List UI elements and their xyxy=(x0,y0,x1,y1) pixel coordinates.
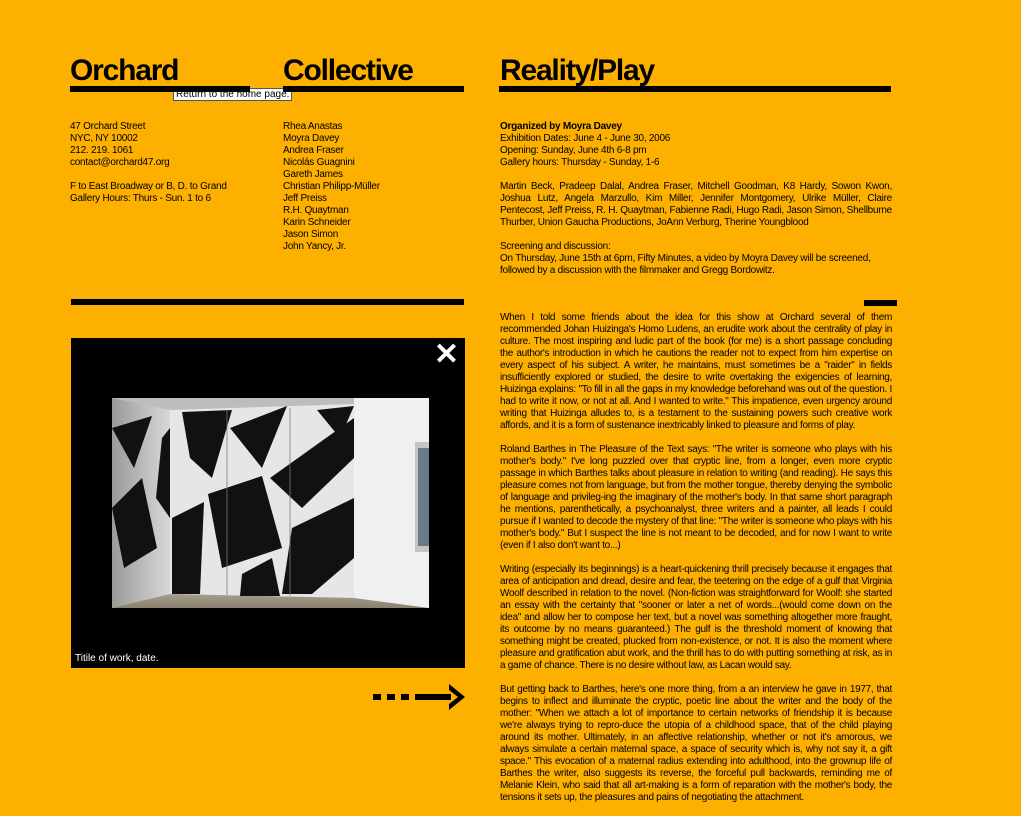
screening-heading: Screening and discussion: xyxy=(500,241,611,252)
exhibition-dates: Exhibition Dates: June 4 - June 30, 2006 xyxy=(500,133,671,144)
member-link[interactable]: Nicolás Guagnini xyxy=(283,157,463,169)
member-link[interactable]: Gareth James xyxy=(283,169,463,181)
artwork-image xyxy=(112,398,429,608)
exhibition-hours: Gallery hours: Thursday - Sunday, 1-6 xyxy=(500,157,660,168)
header-rule-left xyxy=(70,86,250,92)
scroll-indicator xyxy=(864,300,897,306)
next-arrow-icon[interactable] xyxy=(373,684,467,712)
artists-list: Martin Beck, Pradeep Dalal, Andrea Frase… xyxy=(500,181,892,228)
member-link[interactable]: R.H. Quaytman xyxy=(283,205,463,217)
brand-collective-link[interactable]: Collective xyxy=(283,56,414,86)
brand-orchard-link[interactable]: Orchard xyxy=(70,56,180,86)
screening-line: followed by a discussion with the filmma… xyxy=(500,265,775,276)
member-link[interactable]: Rhea Anastas xyxy=(283,121,463,133)
member-link[interactable]: Karin Schneider xyxy=(283,217,463,229)
directions-text: F to East Broadway or B, D. to Grand xyxy=(70,181,227,192)
organizer-line: Organized by Moyra Davey xyxy=(500,121,622,132)
essay-text: When I told some friends about the idea … xyxy=(500,312,892,816)
exhibition-info: Organized by Moyra Davey Exhibition Date… xyxy=(500,121,892,277)
member-link[interactable]: Christian Philipp-Müller xyxy=(283,181,463,193)
essay-paragraph: When I told some friends about the idea … xyxy=(500,312,892,431)
address-line: 47 Orchard Street xyxy=(70,121,146,132)
essay-paragraph: Writing (especially its beginnings) is a… xyxy=(500,564,892,671)
member-link[interactable]: John Yancy, Jr. xyxy=(283,241,463,253)
city-line: NYC, NY 10002 xyxy=(70,133,138,144)
phone-number: 212. 219. 1061 xyxy=(70,145,134,156)
gallery-hours-text: Gallery Hours: Thurs - Sun. 1 to 6 xyxy=(70,193,211,204)
member-link[interactable]: Andrea Fraser xyxy=(283,145,463,157)
contact-block: 47 Orchard Street NYC, NY 10002 212. 219… xyxy=(70,121,270,205)
member-link[interactable]: Jeff Preiss xyxy=(283,193,463,205)
header-rule-middle xyxy=(283,86,464,92)
members-list: Rhea Anastas Moyra Davey Andrea Fraser N… xyxy=(283,121,463,253)
close-icon[interactable]: ✕ xyxy=(434,340,459,370)
image-caption: Titile of work, date. xyxy=(75,653,159,664)
email-link[interactable]: contact@orchard47.org xyxy=(70,157,270,169)
essay-paragraph: But getting back to Barthes, here's one … xyxy=(500,684,892,803)
member-link[interactable]: Jason Simon xyxy=(283,229,463,241)
member-link[interactable]: Moyra Davey xyxy=(283,133,463,145)
image-viewer: ✕ Titile of work, date. xyxy=(71,338,465,668)
essay-paragraph: Roland Barthes in The Pleasure of the Te… xyxy=(500,444,892,551)
header-rule-right xyxy=(499,86,891,92)
page-title: Reality/Play xyxy=(500,54,655,87)
opening-line: Opening: Sunday, June 4th 6-8 pm xyxy=(500,145,647,156)
section-divider xyxy=(71,299,464,305)
screening-line: On Thursday, June 15th at 6pm, Fifty Min… xyxy=(500,253,871,264)
